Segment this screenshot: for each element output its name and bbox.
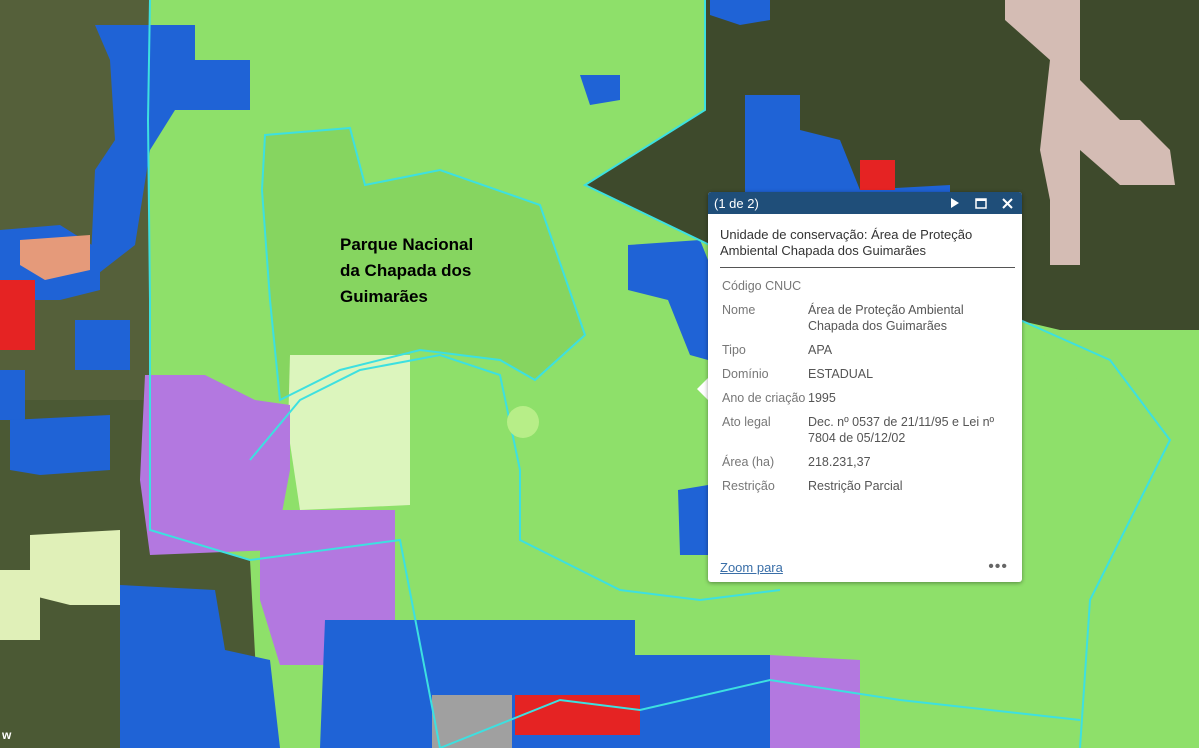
attribute-key: Código CNUC xyxy=(722,279,802,293)
red-area-northeast[interactable] xyxy=(860,160,895,190)
park-name-label: Parque Nacional da Chapada dos Guimarães xyxy=(340,232,530,310)
pale-patch-southwest[interactable] xyxy=(30,530,120,605)
attribute-value: 1995 xyxy=(808,391,836,405)
attribute-row: Ato legal Dec. nº 0537 de 21/11/95 e Lei… xyxy=(720,414,1015,446)
park-marker-circle xyxy=(507,406,539,438)
blue-area-east-small[interactable] xyxy=(678,485,708,555)
attribute-key: Tipo xyxy=(722,343,746,357)
attribute-value: Restrição Parcial xyxy=(808,479,903,493)
attribute-key: Nome xyxy=(722,303,756,317)
popup-pager: (1 de 2) xyxy=(714,195,759,211)
attribute-key: Área (ha) xyxy=(722,455,775,469)
attribute-row: Nome Área de Proteção Ambiental Chapada … xyxy=(720,302,1015,334)
corner-label: w xyxy=(2,728,12,742)
purple-area-southeast[interactable] xyxy=(770,655,860,748)
attribute-value: ESTADUAL xyxy=(808,367,874,381)
pale-green-block[interactable] xyxy=(288,355,410,510)
feature-popup: (1 de 2) Unidade de conservação: Área de… xyxy=(708,192,1022,582)
blue-area-west-2[interactable] xyxy=(75,320,130,370)
popup-title: Unidade de conservação: Área de Proteção… xyxy=(720,227,1015,268)
close-button[interactable] xyxy=(998,194,1016,212)
attribute-row: Tipo APA xyxy=(720,342,1015,358)
popup-pointer xyxy=(697,378,708,400)
attribute-key: Domínio xyxy=(722,367,769,381)
attribute-value: 218.231,37 xyxy=(808,455,871,469)
blue-area-west-4[interactable] xyxy=(10,415,110,475)
attribute-row: Domínio ESTADUAL xyxy=(720,366,1015,382)
attribute-table: Código CNUC Nome Área de Proteção Ambien… xyxy=(720,278,1015,494)
blue-area-west-3[interactable] xyxy=(0,370,25,420)
attribute-key: Restrição xyxy=(722,479,775,493)
gray-area-south[interactable] xyxy=(432,695,512,748)
red-area-west[interactable] xyxy=(0,280,35,350)
close-icon xyxy=(1001,197,1013,209)
next-feature-button[interactable] xyxy=(946,194,964,212)
popup-body: Unidade de conservação: Área de Proteção… xyxy=(708,214,1022,494)
play-icon xyxy=(951,198,959,208)
attribute-row: Código CNUC xyxy=(720,278,1015,294)
red-area-south[interactable] xyxy=(515,695,640,735)
attribute-value xyxy=(808,278,1015,294)
attribute-value: APA xyxy=(808,343,833,357)
attribute-value: Área de Proteção Ambiental Chapada dos G… xyxy=(808,303,964,333)
park-name-line-3: Guimarães xyxy=(340,287,428,306)
maximize-icon xyxy=(975,197,987,209)
popup-footer: Zoom para ••• xyxy=(720,558,1008,576)
attribute-row: Restrição Restrição Parcial xyxy=(720,478,1015,494)
park-name-line-2: da Chapada dos xyxy=(340,261,472,280)
zoom-to-link[interactable]: Zoom para xyxy=(720,560,783,575)
attribute-row: Ano de criação 1995 xyxy=(720,390,1015,406)
park-name-line-1: Parque Nacional xyxy=(340,235,474,254)
pale-patch-southwest-2[interactable] xyxy=(0,570,40,640)
more-options-button[interactable]: ••• xyxy=(988,558,1008,576)
maximize-button[interactable] xyxy=(972,194,990,212)
popup-header: (1 de 2) xyxy=(708,192,1022,214)
attribute-key: Ano de criação xyxy=(722,391,806,405)
attribute-row: Área (ha) 218.231,37 xyxy=(720,454,1015,470)
attribute-value: Dec. nº 0537 de 21/11/95 e Lei nº 7804 d… xyxy=(808,415,995,445)
attribute-key: Ato legal xyxy=(722,415,771,429)
